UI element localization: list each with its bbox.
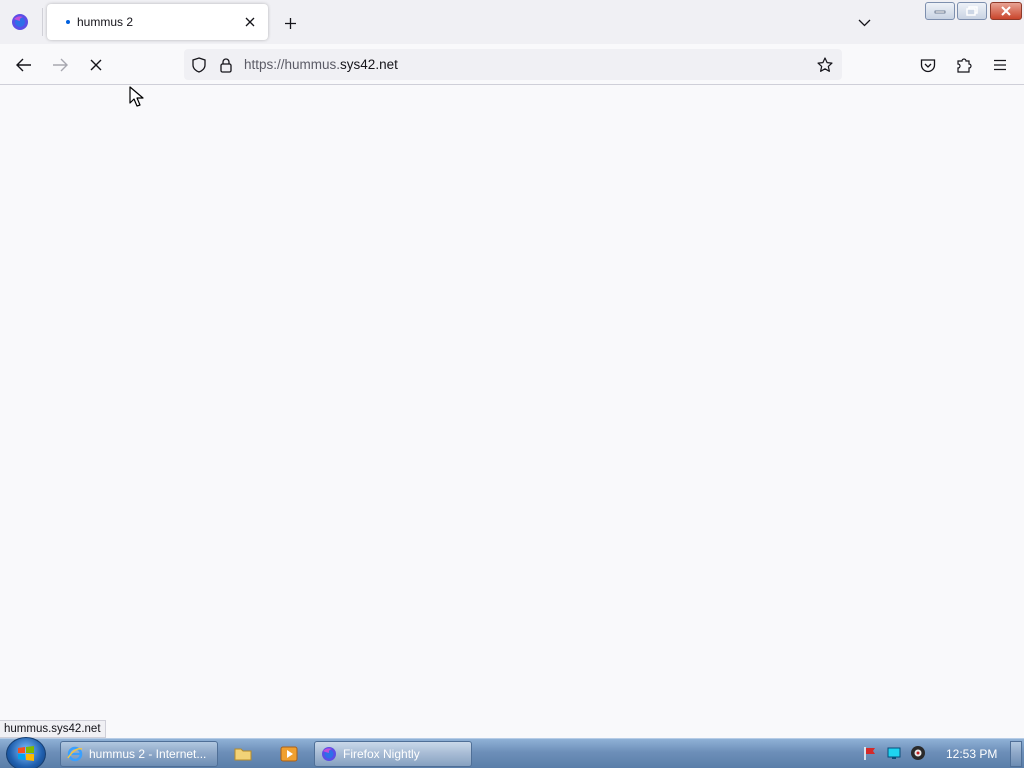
new-tab-button[interactable] [279,12,301,34]
pocket-button[interactable] [916,53,940,77]
windows-logo-icon [18,746,34,761]
action-center-flag-icon[interactable] [862,745,878,761]
forward-button[interactable] [48,53,72,77]
page-content[interactable] [0,85,1024,738]
firefox-logo-icon[interactable] [10,12,30,32]
network-icon[interactable] [886,745,902,761]
close-icon [1001,6,1011,16]
taskbar-item-media-player[interactable] [272,741,306,767]
loading-dot-icon [66,20,70,24]
url-text[interactable]: https://hummus.sys42.net [244,57,398,72]
mouse-cursor-icon [129,86,144,107]
stop-button[interactable] [84,53,108,77]
taskbar-item-internet-explorer[interactable]: hummus 2 - Internet... [60,741,218,767]
hamburger-menu-icon [994,59,1006,71]
menu-button[interactable] [988,53,1012,77]
tab-hummus[interactable]: hummus 2 [47,4,268,40]
folder-icon [234,748,252,761]
restore-button[interactable] [957,2,987,20]
lock-icon[interactable] [217,56,235,74]
chevron-down-icon [858,19,870,27]
firefox-logo-icon [322,747,336,761]
extensions-button[interactable] [952,53,976,77]
taskbar-item-label: hummus 2 - Internet... [89,747,207,761]
system-tray [862,745,926,761]
tab-title: hummus 2 [77,15,134,29]
pocket-icon [920,58,936,72]
navigation-toolbar: https://hummus.sys42.net [0,44,1024,85]
taskbar-item-firefox[interactable]: Firefox Nightly [314,741,472,767]
minimize-icon [934,10,946,14]
taskbar-item-explorer[interactable] [226,741,260,767]
restore-icon [966,6,978,16]
volume-icon[interactable] [910,745,926,761]
back-button[interactable] [12,53,36,77]
list-all-tabs-button[interactable] [853,12,875,34]
internet-explorer-icon [67,746,83,762]
close-icon[interactable] [240,12,260,32]
show-desktop-button[interactable] [1010,741,1022,767]
taskbar-clock[interactable]: 12:53 PM [946,747,997,761]
tab-separator [42,8,43,36]
status-panel: hummus.sys42.net [0,720,106,738]
back-arrow-icon [16,58,31,72]
url-bar[interactable]: https://hummus.sys42.net [184,49,842,80]
stop-icon [90,59,102,71]
minimize-button[interactable] [925,2,955,20]
forward-arrow-icon [53,58,68,72]
url-prefix: https://hummus. [244,57,341,72]
tab-strip: hummus 2 [0,0,1024,44]
start-button[interactable] [6,737,46,768]
window-close-button[interactable] [990,2,1022,20]
puzzle-icon [957,58,972,73]
media-player-icon [280,746,298,762]
plus-icon [284,17,296,29]
url-host: sys42.net [340,57,398,72]
tracking-protection-shield-icon[interactable] [190,56,208,74]
star-icon[interactable] [816,56,834,74]
taskbar-item-label: Firefox Nightly [343,747,420,761]
taskbar: hummus 2 - Internet... Firefox Nightly 1… [0,737,1024,768]
